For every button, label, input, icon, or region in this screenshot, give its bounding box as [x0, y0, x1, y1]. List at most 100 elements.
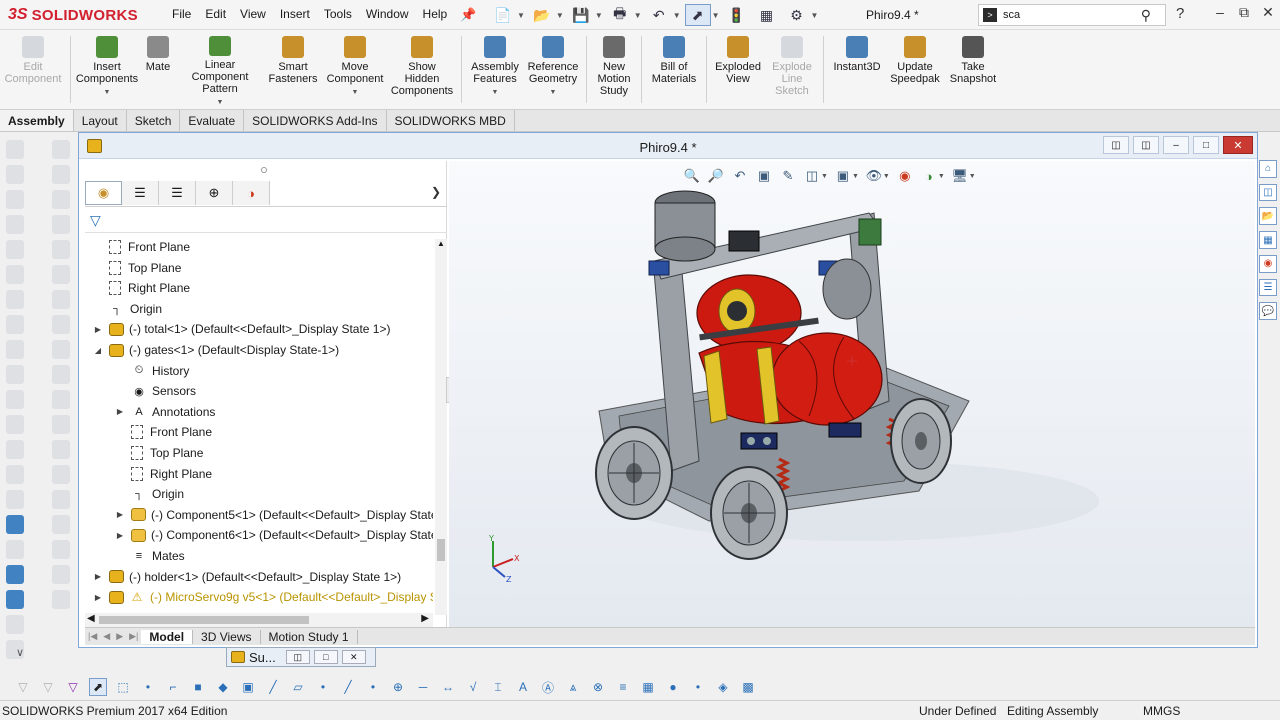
- expand-arrow-icon[interactable]: ▶: [93, 593, 103, 602]
- help-icon[interactable]: ?: [1176, 5, 1184, 22]
- tree-node[interactable]: Front Plane: [115, 422, 212, 442]
- filter-faces-icon[interactable]: ■: [189, 678, 207, 696]
- linear-component-pattern-button[interactable]: Linear Component Pattern ▼: [177, 30, 263, 109]
- status-units[interactable]: MMGS: [1143, 704, 1180, 718]
- filter-sketch-segments-icon[interactable]: ╱: [339, 678, 357, 696]
- tab-solidworks-add-ins[interactable]: SOLIDWORKS Add-Ins: [244, 110, 387, 131]
- left-tool-icon[interactable]: [52, 440, 70, 459]
- expand-arrow-icon[interactable]: ▶: [93, 325, 103, 334]
- scroll-left-icon[interactable]: ◀: [87, 613, 95, 624]
- doc-minimize-icon[interactable]: –: [1163, 136, 1189, 154]
- tree-vertical-scrollbar[interactable]: ▲: [435, 239, 447, 615]
- tab-motion-study-1[interactable]: Motion Study 1: [261, 629, 358, 644]
- select-pointer-icon[interactable]: ⬈: [684, 4, 711, 26]
- chevron-down-icon[interactable]: ▼: [550, 87, 557, 99]
- reference-triad[interactable]: Y X Z: [479, 533, 523, 583]
- appearances-scenes-icon[interactable]: ◉: [1259, 254, 1277, 273]
- left-tool-icon[interactable]: [52, 215, 70, 234]
- undo-dropdown-icon[interactable]: ▼: [673, 11, 681, 20]
- left-tool-icon[interactable]: [52, 390, 70, 409]
- tree-node[interactable]: ▶ A Annotations: [115, 402, 215, 422]
- filter-cosmetic-threads-icon[interactable]: ≡: [614, 678, 632, 696]
- instant3d-button[interactable]: Instant3D: [828, 30, 886, 109]
- robot-model[interactable]: [449, 161, 1255, 627]
- menu-file[interactable]: File: [165, 7, 198, 21]
- undo-icon[interactable]: ↶: [646, 4, 672, 26]
- tree-horizontal-scrollbar[interactable]: ◀ ▶: [85, 613, 433, 627]
- show-hidden-components-button[interactable]: Show Hidden Components: [387, 30, 457, 109]
- left-tool-icon[interactable]: [6, 490, 24, 509]
- options-gear-icon[interactable]: ⚙: [784, 4, 810, 26]
- reference-geometry-button[interactable]: Reference Geometry ▼: [524, 30, 582, 109]
- chevron-right-icon[interactable]: ❯: [431, 185, 441, 199]
- menu-edit[interactable]: Edit: [198, 7, 233, 21]
- minimized-document-window[interactable]: Su... ◫ □ ✕: [226, 647, 376, 667]
- left-tool-icon[interactable]: [52, 515, 70, 534]
- assembly-features-button[interactable]: Assembly Features ▼: [466, 30, 524, 109]
- restore-icon[interactable]: ⧉: [1232, 4, 1256, 21]
- tree-node[interactable]: Top Plane: [115, 443, 203, 463]
- tab-sketch[interactable]: Sketch: [127, 110, 181, 131]
- tree-node[interactable]: ⏲ History: [115, 361, 190, 381]
- left-tool-icon[interactable]: [6, 390, 24, 409]
- filter-vertices-icon[interactable]: •: [139, 678, 157, 696]
- doc-restore-icon[interactable]: □: [1193, 136, 1219, 154]
- left-tool-icon[interactable]: [52, 365, 70, 384]
- left-tool-icon[interactable]: [6, 565, 24, 584]
- filter-mesh-icon[interactable]: ▩: [739, 678, 757, 696]
- expand-arrow-icon[interactable]: ▶: [115, 407, 125, 416]
- search-icon[interactable]: ⚲: [1141, 7, 1165, 24]
- tree-node[interactable]: ▶ (-) total<1> (Default<<Default>_Display…: [93, 319, 391, 339]
- minimized-maximize-icon[interactable]: □: [313, 650, 338, 664]
- select-pointer-icon[interactable]: ⬈: [89, 678, 107, 696]
- left-tool-icon[interactable]: [52, 315, 70, 334]
- left-tool-icon[interactable]: [52, 490, 70, 509]
- file-explorer-icon[interactable]: 📂: [1259, 207, 1277, 226]
- filter-datum-targets-icon[interactable]: ⊗: [589, 678, 607, 696]
- filter-surface-icon[interactable]: ◆: [214, 678, 232, 696]
- view-palette-icon[interactable]: ▦: [1259, 231, 1277, 249]
- menu-tools[interactable]: Tools: [317, 7, 359, 21]
- tree-node[interactable]: ◉ Sensors: [115, 381, 196, 401]
- left-tool-icon[interactable]: [6, 240, 24, 259]
- filter-surface-finish-icon[interactable]: √: [464, 678, 482, 696]
- select-dropdown-icon[interactable]: ▼: [712, 11, 720, 20]
- smart-fasteners-button[interactable]: Smart Fasteners: [263, 30, 323, 109]
- open-folder-icon[interactable]: 📂: [529, 4, 555, 26]
- feature-tree-tab-icon[interactable]: ◉: [85, 181, 122, 205]
- scroll-right-icon[interactable]: ▶: [421, 613, 429, 624]
- minimized-restore-icon[interactable]: ◫: [285, 650, 310, 664]
- left-tool-icon[interactable]: [52, 415, 70, 434]
- dimxpert-manager-tab-icon[interactable]: ⊕: [196, 181, 233, 205]
- search-input[interactable]: sca: [1003, 9, 1141, 21]
- save-icon[interactable]: 💾: [568, 4, 594, 26]
- options-dropdown-icon[interactable]: ▼: [811, 11, 819, 20]
- tab-3d-views[interactable]: 3D Views: [193, 629, 261, 644]
- menu-view[interactable]: View: [233, 7, 273, 21]
- tree-node[interactable]: ▶ (-) holder<1> (Default<<Default>_Displa…: [93, 567, 401, 587]
- left-tool-icon[interactable]: [6, 265, 24, 284]
- left-tool-icon[interactable]: [52, 340, 70, 359]
- display-manager-tab-icon[interactable]: ◑: [233, 181, 270, 205]
- insert-components-button[interactable]: Insert Components ▼: [75, 30, 139, 109]
- chevron-down-icon[interactable]: ▼: [217, 97, 224, 109]
- mate-button[interactable]: Mate: [139, 30, 177, 109]
- design-library-icon[interactable]: ◫: [1259, 183, 1277, 202]
- tree-node[interactable]: ≡ Mates: [115, 546, 185, 566]
- rebuild-traffic-light-icon[interactable]: 🚦: [724, 4, 750, 26]
- filter-connection-points-icon[interactable]: •: [689, 678, 707, 696]
- tree-node[interactable]: Right Plane: [115, 464, 212, 484]
- tree-node[interactable]: ▶ (-) Component6<1> (Default<<Default>_Di…: [115, 525, 433, 545]
- file-properties-icon[interactable]: ▦: [754, 4, 780, 26]
- tree-node[interactable]: ▶ (-) Component5<1> (Default<<Default>_Di…: [115, 505, 433, 525]
- tree-node[interactable]: ▶ ⚠ (-) MicroServo9g v5<1> (Default<<Defau…: [93, 587, 433, 607]
- filter-midpoints-icon[interactable]: •: [364, 678, 382, 696]
- filter-axes-icon[interactable]: ╱: [264, 678, 282, 696]
- forum-icon[interactable]: 💬: [1259, 302, 1277, 321]
- filter-center-marks-icon[interactable]: ⊕: [389, 678, 407, 696]
- filter-funnel-icon[interactable]: ▽: [90, 212, 101, 229]
- filter-blocks-icon[interactable]: ▦: [639, 678, 657, 696]
- tree-node[interactable]: Front Plane: [93, 237, 190, 257]
- filter-datum-features-icon[interactable]: Ⓐ: [539, 678, 557, 696]
- menu-window[interactable]: Window: [359, 7, 416, 21]
